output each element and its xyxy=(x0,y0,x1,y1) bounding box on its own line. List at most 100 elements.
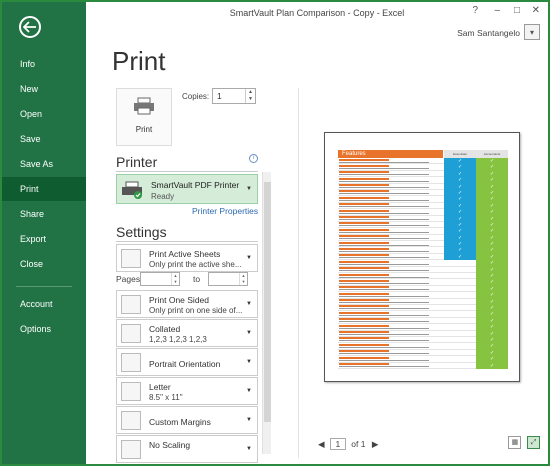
copies-input[interactable]: 1 ▲ ▼ xyxy=(212,88,256,104)
info-icon[interactable]: i xyxy=(249,154,258,163)
nav-item-new[interactable]: New xyxy=(2,77,86,101)
user-name[interactable]: Sam Santangelo xyxy=(457,28,520,38)
collation-select[interactable]: Collated 1,2,3 1,2,3 1,2,3 ▼ xyxy=(116,319,258,347)
check-icon: ✓ xyxy=(490,209,495,216)
sheets-icon xyxy=(121,249,141,268)
collated-icon xyxy=(121,324,141,343)
page-number-input[interactable]: 1 xyxy=(329,438,346,450)
back-arrow-icon[interactable] xyxy=(19,16,41,38)
orientation-select[interactable]: Portrait Orientation ▼ xyxy=(116,348,258,376)
pane-divider xyxy=(298,88,299,458)
pages-label: Pages: xyxy=(116,274,143,284)
check-icon: ✓ xyxy=(490,234,495,241)
printer-icon xyxy=(134,97,154,115)
minimize-icon[interactable]: – xyxy=(494,5,500,16)
settings-divider xyxy=(116,241,258,242)
printer-properties-link[interactable]: Printer Properties xyxy=(192,206,258,216)
nav-item-save-as[interactable]: Save As xyxy=(2,152,86,176)
print-preview-page: Features Essentials Accountants ✓ ✓ ✓ ✓ ✓ ✓ ✓ ✓… xyxy=(324,132,520,382)
paper-size-select[interactable]: Letter 8.5" x 11" ▼ xyxy=(116,377,258,405)
check-icon: ✓ xyxy=(490,273,495,280)
settings-scrollbar[interactable] xyxy=(262,172,271,454)
check-icon: ✓ xyxy=(490,189,495,196)
nav-item-close[interactable]: Close xyxy=(2,252,86,276)
check-icon: ✓ xyxy=(490,324,495,331)
check-icon: ✓ xyxy=(490,164,495,171)
check-icon: ✓ xyxy=(490,349,495,356)
copies-label: Copies: xyxy=(182,92,210,101)
chevron-down-icon: ▼ xyxy=(246,446,252,452)
nav-item-save[interactable]: Save xyxy=(2,127,86,151)
pages-to-input[interactable]: ▲ ▼ xyxy=(208,272,248,286)
page-title: Print xyxy=(112,46,166,76)
account-avatar[interactable]: ▾ xyxy=(524,24,540,40)
nav-item-info[interactable]: Info xyxy=(2,52,86,76)
scaling-select[interactable]: No Scaling ▼ xyxy=(116,435,258,463)
option-label: Collated xyxy=(149,324,181,334)
chevron-down-icon: ▼ xyxy=(246,359,252,365)
sides-select[interactable]: Print One Sided Only print on one side o… xyxy=(116,290,258,318)
help-icon[interactable]: ? xyxy=(472,5,478,16)
nav-item-account[interactable]: Account xyxy=(2,292,86,316)
show-margins-icon[interactable]: ▦ xyxy=(508,436,522,449)
accountants-cell: ✓ xyxy=(476,362,508,369)
scrollbar-thumb[interactable] xyxy=(264,182,271,422)
check-icon: ✓ xyxy=(490,196,495,203)
copies-spinner[interactable]: ▲ ▼ xyxy=(245,89,255,103)
check-icon: ✓ xyxy=(490,292,495,299)
check-icon: ✓ xyxy=(490,279,495,286)
spinner[interactable]: ▲ ▼ xyxy=(239,273,247,285)
check-icon: ✓ xyxy=(490,241,495,248)
check-icon: ✓ xyxy=(490,266,495,273)
col-essentials: Essentials xyxy=(444,150,476,158)
spinner[interactable]: ▲ ▼ xyxy=(171,273,179,285)
to-label: to xyxy=(193,274,201,284)
check-icon: ✓ xyxy=(490,202,495,209)
restore-icon[interactable]: □ xyxy=(514,5,520,16)
check-icon: ✓ xyxy=(490,356,495,363)
option-sublabel: 1,2,3 1,2,3 1,2,3 xyxy=(149,335,207,344)
printer-select[interactable]: SmartVault PDF Printer Ready ▼ xyxy=(116,174,258,204)
option-sublabel: Only print on one side of... xyxy=(149,306,243,315)
print-button[interactable]: Print xyxy=(116,88,172,146)
check-icon: ✓ xyxy=(490,317,495,324)
nav-item-options[interactable]: Options xyxy=(2,317,86,341)
nav-item-open[interactable]: Open xyxy=(2,102,86,126)
chevron-down-icon: ▼ xyxy=(246,388,252,394)
margins-icon xyxy=(121,411,141,430)
nav-item-print[interactable]: Print xyxy=(2,177,86,201)
excel-backstage-window: Info New Open Save Save As Print Share Export Cl… xyxy=(2,2,548,464)
copies-value: 1 xyxy=(217,91,222,101)
settings-heading: Settings xyxy=(116,224,167,240)
check-icon: ✓ xyxy=(458,177,463,184)
feature-text xyxy=(339,363,443,369)
zoom-to-page-icon[interactable]: ⤢ xyxy=(527,436,540,449)
printer-name: SmartVault PDF Printer xyxy=(151,180,240,190)
pages-from-input[interactable]: ▲ ▼ xyxy=(140,272,180,286)
col-accountants: Accountants xyxy=(476,150,508,158)
nav-item-export[interactable]: Export xyxy=(2,227,86,251)
check-icon: ✓ xyxy=(458,158,463,164)
next-page-icon[interactable]: ▶ xyxy=(372,439,379,449)
portrait-icon xyxy=(121,353,141,372)
prev-page-icon[interactable]: ◀ xyxy=(318,439,325,449)
option-label: Letter xyxy=(149,382,171,392)
check-icon: ✓ xyxy=(458,253,463,260)
printer-device-icon xyxy=(122,181,142,199)
margins-select[interactable]: Custom Margins ▼ xyxy=(116,406,258,434)
page-count: of 1 xyxy=(351,439,366,449)
check-icon: ✓ xyxy=(458,209,463,216)
nav-item-share[interactable]: Share xyxy=(2,202,86,226)
view-toggle: ▦ ⤢ xyxy=(505,436,540,449)
nav-divider xyxy=(16,286,72,287)
option-label: Custom Margins xyxy=(149,417,211,427)
check-icon: ✓ xyxy=(490,170,495,177)
close-icon[interactable]: ✕ xyxy=(532,5,540,16)
essentials-cell xyxy=(444,363,476,369)
print-what-select[interactable]: Print Active Sheets Only print the activ… xyxy=(116,244,258,272)
preview-row: ✓ xyxy=(338,362,508,369)
preview-header: Features Essentials Accountants xyxy=(338,150,508,158)
check-icon: ✓ xyxy=(490,343,495,350)
option-label: Portrait Orientation xyxy=(149,359,221,369)
check-icon: ✓ xyxy=(490,298,495,305)
